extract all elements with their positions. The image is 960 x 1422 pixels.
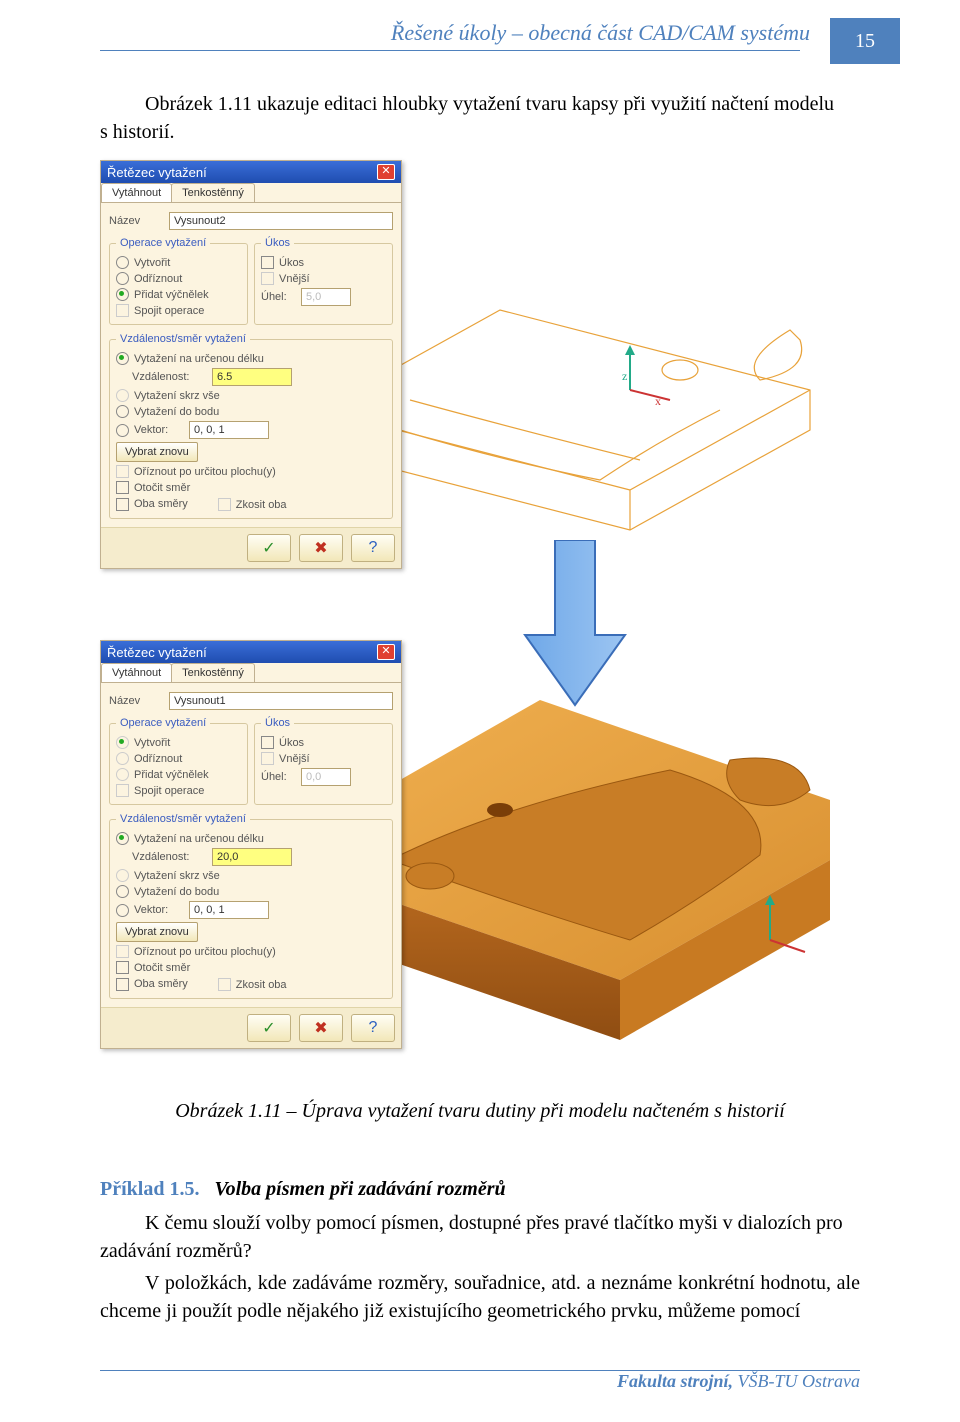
radio-vector[interactable] xyxy=(116,424,129,437)
dialog-body: Název Vysunout2 Operace vytažení Vytvoři… xyxy=(101,203,401,527)
svg-text:z: z xyxy=(622,369,627,383)
dialog-titlebar[interactable]: Řetězec vytažení ✕ xyxy=(101,161,401,183)
dialog-buttons: ✓ ✖ ? xyxy=(101,527,401,568)
draft-group: Úkos Úkos Vnější Úhel:0,0 xyxy=(254,717,393,805)
distance-label: Vzdálenost: xyxy=(132,371,212,383)
distance-input[interactable]: 6.5 xyxy=(212,368,292,386)
check-mirror xyxy=(218,498,231,511)
footer-university: VŠB-TU Ostrava xyxy=(738,1371,861,1391)
page-number-badge: 15 xyxy=(830,18,900,64)
name-label: Název xyxy=(109,695,169,707)
dialog-titlebar[interactable]: Řetězec vytažení ✕ xyxy=(101,641,401,663)
example-paragraph-1: K čemu slouží volby pomocí písmen, dostu… xyxy=(100,1209,860,1265)
intro-line-1: Obrázek 1.11 ukazuje editaci hloubky vyt… xyxy=(145,93,834,115)
intro-line-2: s historií. xyxy=(100,121,174,143)
angle-label: Úhel: xyxy=(261,771,301,783)
distance-label: Vzdálenost: xyxy=(132,851,212,863)
reselect-button[interactable]: Vybrat znovu xyxy=(116,922,198,942)
dialog-body: Název Vysunout1 Operace vytažení Vytvoři… xyxy=(101,683,401,1007)
tab-thinwall[interactable]: Tenkostěnný xyxy=(171,183,255,202)
dialog-buttons: ✓ ✖ ? xyxy=(101,1007,401,1048)
operation-legend: Operace vytažení xyxy=(116,237,210,249)
vector-input[interactable]: 0, 0, 1 xyxy=(189,421,269,439)
distance-legend: Vzdálenost/směr vytažení xyxy=(116,333,250,345)
operation-legend: Operace vytažení xyxy=(116,717,210,729)
check-draft[interactable] xyxy=(261,256,274,269)
radio-thru-all xyxy=(116,869,129,882)
page-footer: Fakulta strojní, VŠB-TU Ostrava xyxy=(100,1370,860,1392)
example-number: Příklad 1.5. xyxy=(100,1178,199,1200)
reselect-button[interactable]: Vybrat znovu xyxy=(116,442,198,462)
draft-legend: Úkos xyxy=(261,717,294,729)
dialog-title: Řetězec vytažení xyxy=(107,645,207,660)
radio-vector[interactable] xyxy=(116,904,129,917)
name-label: Název xyxy=(109,215,169,227)
radio-cut xyxy=(116,752,129,765)
angle-input: 0,0 xyxy=(301,768,351,786)
check-trim xyxy=(116,465,129,478)
radio-to-length[interactable] xyxy=(116,352,129,365)
check-flip[interactable] xyxy=(116,961,129,974)
figure-caption: Obrázek 1.11 – Úprava vytažení tvaru dut… xyxy=(100,1100,860,1123)
tab-thinwall[interactable]: Tenkostěnný xyxy=(171,663,255,682)
footer-faculty: Fakulta strojní, xyxy=(617,1371,738,1391)
example-paragraph-2: V položkách, kde zadáváme rozměry, souřa… xyxy=(100,1269,860,1325)
check-join xyxy=(116,784,129,797)
example-block: Příklad 1.5. Volba písmen při zadávání r… xyxy=(100,1175,860,1325)
figure-area: z x xyxy=(100,160,860,1070)
cancel-button[interactable]: ✖ xyxy=(299,534,343,562)
name-input[interactable]: Vysunout2 xyxy=(169,212,393,230)
tab-extrude[interactable]: Vytáhnout xyxy=(101,183,172,202)
distance-group: Vzdálenost/směr vytažení Vytažení na urč… xyxy=(109,813,393,999)
angle-input: 5,0 xyxy=(301,288,351,306)
radio-create[interactable] xyxy=(116,256,129,269)
intro-paragraph: Obrázek 1.11 ukazuje editaci hloubky vyt… xyxy=(100,90,860,146)
radio-boss[interactable] xyxy=(116,288,129,301)
radio-cut[interactable] xyxy=(116,272,129,285)
ok-button[interactable]: ✓ xyxy=(247,534,291,562)
distance-group: Vzdálenost/směr vytažení Vytažení na urč… xyxy=(109,333,393,519)
distance-input[interactable]: 20,0 xyxy=(212,848,292,866)
radio-to-point[interactable] xyxy=(116,885,129,898)
close-icon[interactable]: ✕ xyxy=(377,164,395,180)
radio-boss xyxy=(116,768,129,781)
check-flip[interactable] xyxy=(116,481,129,494)
header-title: Řešené úkoly – obecná část CAD/CAM systé… xyxy=(391,20,810,46)
radio-to-length[interactable] xyxy=(116,832,129,845)
check-mirror xyxy=(218,978,231,991)
close-icon[interactable]: ✕ xyxy=(377,644,395,660)
vector-input[interactable]: 0, 0, 1 xyxy=(189,901,269,919)
name-input[interactable]: Vysunout1 xyxy=(169,692,393,710)
extrude-dialog-2: Řetězec vytažení ✕ Vytáhnout Tenkostěnný… xyxy=(100,640,402,1049)
header-rule xyxy=(100,50,800,51)
check-draft[interactable] xyxy=(261,736,274,749)
operation-group: Operace vytažení Vytvořit Odříznout Přid… xyxy=(109,717,248,805)
dialog-title: Řetězec vytažení xyxy=(107,165,207,180)
check-outer xyxy=(261,752,274,765)
cancel-button[interactable]: ✖ xyxy=(299,1014,343,1042)
distance-legend: Vzdálenost/směr vytažení xyxy=(116,813,250,825)
radio-create xyxy=(116,736,129,749)
ok-button[interactable]: ✓ xyxy=(247,1014,291,1042)
operation-group: Operace vytažení Vytvořit Odříznout Přid… xyxy=(109,237,248,325)
check-trim xyxy=(116,945,129,958)
dialog-tabs: Vytáhnout Tenkostěnný xyxy=(101,183,401,203)
tab-extrude[interactable]: Vytáhnout xyxy=(101,663,172,682)
radio-thru-all xyxy=(116,389,129,402)
draft-group: Úkos Úkos Vnější Úhel:5,0 xyxy=(254,237,393,325)
extrude-dialog-1: Řetězec vytažení ✕ Vytáhnout Tenkostěnný… xyxy=(100,160,402,569)
svg-text:x: x xyxy=(655,394,661,408)
angle-label: Úhel: xyxy=(261,291,301,303)
example-title: Volba písmen při zadávání rozměrů xyxy=(214,1178,505,1200)
axis-triad-icon: z x xyxy=(622,345,670,408)
radio-to-point[interactable] xyxy=(116,405,129,418)
check-both[interactable] xyxy=(116,978,129,991)
help-button[interactable]: ? xyxy=(351,534,395,562)
check-both[interactable] xyxy=(116,498,129,511)
check-join xyxy=(116,304,129,317)
draft-legend: Úkos xyxy=(261,237,294,249)
help-button[interactable]: ? xyxy=(351,1014,395,1042)
dialog-tabs: Vytáhnout Tenkostěnný xyxy=(101,663,401,683)
check-outer xyxy=(261,272,274,285)
